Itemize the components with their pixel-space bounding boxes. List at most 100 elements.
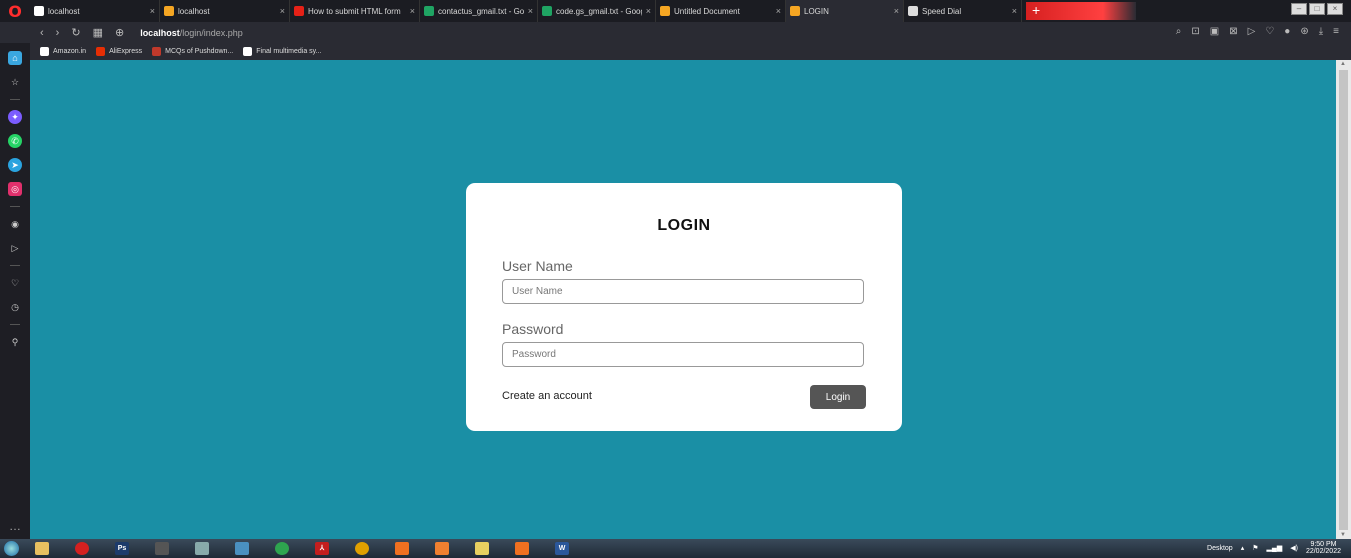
tab-favicon-icon <box>424 6 434 16</box>
tab-close-icon[interactable]: × <box>1012 6 1017 16</box>
sidebar-divider <box>10 265 20 266</box>
wallet-icon[interactable]: ▣ <box>1210 26 1219 37</box>
snapshot-icon[interactable]: ⊡ <box>1191 26 1199 37</box>
url-field[interactable]: localhost/login/index.php <box>140 28 243 38</box>
password-input[interactable] <box>502 342 864 367</box>
heart-icon[interactable]: ♡ <box>1265 26 1274 37</box>
tab-label: LOGIN <box>804 6 829 16</box>
window-controls: – □ × <box>1291 3 1343 15</box>
word-icon[interactable]: W <box>542 540 582 557</box>
signal-icon[interactable]: ▂▄▆ <box>1267 544 1283 552</box>
more-icon[interactable]: … <box>9 519 21 533</box>
create-account-link[interactable]: Create an account <box>502 390 592 402</box>
cube-icon[interactable]: ⊠ <box>1229 26 1237 37</box>
bookmark-item[interactable]: MCQs of Pushdown... <box>152 47 233 56</box>
opera-taskbar-icon[interactable] <box>62 540 102 557</box>
notes-icon[interactable] <box>462 540 502 557</box>
tab-strip: O localhost × localhost × How to submit HTML… <box>0 0 1351 22</box>
extensions-sidebar-icon[interactable]: ⚲ <box>8 335 22 349</box>
pinboard-icon[interactable]: ♡ <box>8 276 22 290</box>
new-tab-button[interactable]: + <box>1026 2 1136 20</box>
tab-close-icon[interactable]: × <box>410 6 415 16</box>
instagram-icon[interactable]: ◎ <box>8 182 22 196</box>
tab-close-icon[interactable]: × <box>646 6 651 16</box>
system-tray: Desktop ▴ ⚑ ▂▄▆ ◀) 9:50 PM 22/02/2022 <box>1207 541 1341 555</box>
scroll-thumb[interactable] <box>1339 70 1348 530</box>
download-icon[interactable]: ⤓ <box>1319 26 1323 37</box>
tab[interactable]: How to submit HTML form × <box>290 0 420 22</box>
tab-favicon-icon <box>660 6 670 16</box>
tab[interactable]: LOGIN × <box>786 0 904 22</box>
desktop-toolbar[interactable]: Desktop <box>1207 545 1233 552</box>
clock-date: 22/02/2022 <box>1305 548 1341 555</box>
maximize-icon[interactable]: □ <box>1309 3 1325 15</box>
tab[interactable]: contactus_gmail.txt - Goog × <box>420 0 538 22</box>
tab[interactable]: localhost × <box>30 0 160 22</box>
scroll-down-icon[interactable]: ▼ <box>1340 532 1346 538</box>
back-icon[interactable]: ‹ <box>40 27 44 39</box>
toolbar-icons: ⌕ ⊡ ▣ ⊠ ▷ ♡ ● ⊛ ⤓ ≡ <box>1176 26 1339 37</box>
chrome-icon[interactable] <box>262 540 302 557</box>
bookmark-label: Final multimedia sy... <box>256 48 322 55</box>
tab[interactable]: localhost × <box>160 0 290 22</box>
player-icon[interactable]: ◉ <box>8 217 22 231</box>
messenger-icon[interactable]: ✦ <box>8 110 22 124</box>
tab-favicon-icon <box>908 6 918 16</box>
xampp-control-icon[interactable] <box>502 540 542 557</box>
menu-icon[interactable]: ≡ <box>1333 26 1339 37</box>
star-icon[interactable]: ☆ <box>8 75 22 89</box>
tab-label: code.gs_gmail.txt - Google <box>556 6 642 16</box>
app-icon[interactable] <box>142 540 182 557</box>
vpn-icon[interactable]: ● <box>1284 26 1290 37</box>
paint-icon[interactable] <box>222 540 262 557</box>
tab[interactable]: Speed Dial × <box>904 0 1022 22</box>
start-button[interactable] <box>0 539 22 558</box>
telegram-icon[interactable]: ➤ <box>8 158 22 172</box>
tabs-grid-icon[interactable]: ▦ <box>93 26 103 39</box>
forward-icon[interactable]: › <box>56 27 60 39</box>
scanner-icon[interactable] <box>182 540 222 557</box>
bookmark-item[interactable]: Final multimedia sy... <box>243 47 321 56</box>
tab[interactable]: code.gs_gmail.txt - Google × <box>538 0 656 22</box>
tab-close-icon[interactable]: × <box>528 6 533 16</box>
extensions-icon[interactable]: ⊛ <box>1300 26 1308 37</box>
page-scrollbar[interactable]: ▲ ▼ <box>1336 60 1351 539</box>
tab-label: localhost <box>48 6 80 16</box>
tab-close-icon[interactable]: × <box>776 6 781 16</box>
bookmark-item[interactable]: Amazon.in <box>40 47 86 56</box>
login-button[interactable]: Login <box>810 385 866 409</box>
scroll-up-icon[interactable]: ▲ <box>1340 61 1346 67</box>
close-window-icon[interactable]: × <box>1327 3 1343 15</box>
bookmarks-bar: Amazon.in AliExpress MCQs of Pushdown... Fi… <box>30 43 1351 60</box>
tray-expand-icon[interactable]: ▴ <box>1241 544 1245 552</box>
username-input[interactable] <box>502 279 864 304</box>
file-explorer-icon[interactable] <box>22 540 62 557</box>
flow-icon[interactable]: ▷ <box>8 241 22 255</box>
tab-favicon-icon <box>34 6 44 16</box>
minimize-icon[interactable]: – <box>1291 3 1307 15</box>
photoshop-icon[interactable]: Ps <box>102 540 142 557</box>
bookmark-item[interactable]: AliExpress <box>96 47 142 56</box>
xampp-icon[interactable] <box>382 540 422 557</box>
flag-icon[interactable]: ⚑ <box>1252 544 1258 552</box>
clock[interactable]: 9:50 PM 22/02/2022 <box>1306 541 1341 555</box>
home-icon[interactable]: ⌂ <box>8 51 22 65</box>
whatsapp-icon[interactable]: ✆ <box>8 134 22 148</box>
send-icon[interactable]: ▷ <box>1248 26 1256 37</box>
volume-icon[interactable]: ◀) <box>1290 544 1298 552</box>
search-icon[interactable]: ⌕ <box>1176 26 1182 37</box>
sidebar-divider <box>10 324 20 325</box>
app-icon[interactable] <box>342 540 382 557</box>
sublime-icon[interactable] <box>422 540 462 557</box>
reload-icon[interactable]: ↻ <box>71 26 80 39</box>
tab-close-icon[interactable]: × <box>150 6 155 16</box>
bookmark-favicon-icon <box>152 47 162 56</box>
tab[interactable]: Untitled Document × <box>656 0 786 22</box>
login-card: LOGIN User Name Password Create an accou… <box>466 183 902 431</box>
tab-close-icon[interactable]: × <box>280 6 285 16</box>
acrobat-icon[interactable]: ⅄ <box>302 540 342 557</box>
opera-logo-icon[interactable]: O <box>0 0 30 22</box>
tab-close-icon[interactable]: × <box>894 6 899 16</box>
history-icon[interactable]: ◷ <box>8 300 22 314</box>
site-info-icon[interactable]: ⊕ <box>115 26 124 39</box>
